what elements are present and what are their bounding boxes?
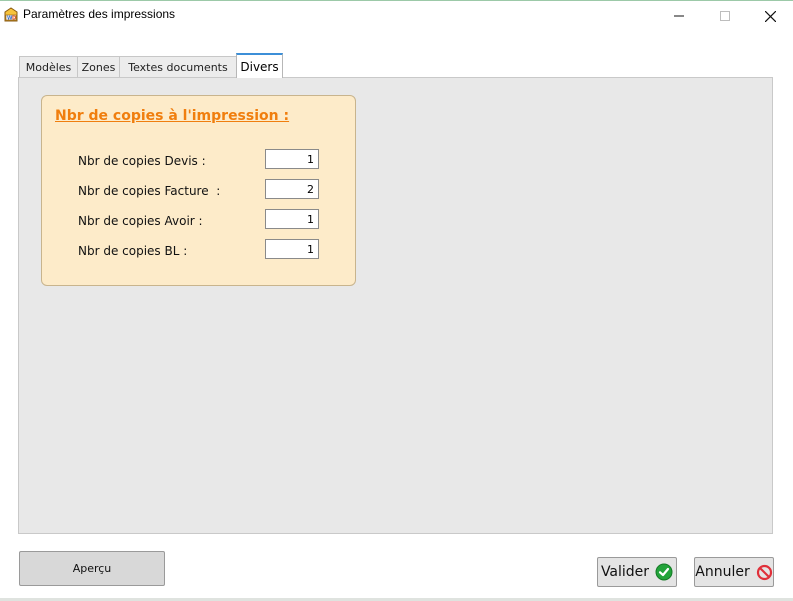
copies-avoir-input[interactable] (265, 209, 319, 229)
app-icon: W D (3, 7, 19, 23)
svg-text:D: D (12, 16, 16, 22)
copies-group: Nbr de copies à l'impression : Nbr de co… (41, 95, 356, 286)
close-button[interactable] (747, 1, 793, 31)
minimize-icon (674, 15, 684, 17)
label-copies-devis: Nbr de copies Devis : (78, 154, 206, 168)
title-bar: W D Paramètres des impressions (0, 1, 793, 31)
close-icon (764, 10, 776, 22)
apercu-label: Aperçu (72, 562, 112, 575)
copies-facture-input[interactable] (265, 179, 319, 199)
tab-modeles[interactable]: Modèles (19, 56, 78, 77)
window-title: Paramètres des impressions (23, 7, 176, 21)
group-title: Nbr de copies à l'impression : (55, 108, 290, 124)
valider-button[interactable]: Valider (597, 557, 677, 587)
tab-divers[interactable]: Divers (236, 53, 283, 78)
tab-textes-documents[interactable]: Textes documents (119, 56, 237, 77)
copies-devis-input[interactable] (265, 149, 319, 169)
annuler-button[interactable]: Annuler (694, 557, 774, 587)
check-icon (655, 563, 673, 581)
maximize-icon (720, 11, 730, 21)
label-copies-avoir: Nbr de copies Avoir : (78, 214, 203, 228)
label-copies-facture: Nbr de copies Facture : (78, 184, 221, 198)
annuler-label: Annuler (695, 564, 750, 580)
cancel-icon (756, 564, 772, 580)
tab-panel-divers: Nbr de copies à l'impression : Nbr de co… (18, 77, 773, 534)
valider-label: Valider (600, 564, 650, 580)
tab-zones[interactable]: Zones (77, 56, 120, 77)
maximize-button[interactable] (702, 1, 748, 31)
apercu-button[interactable]: Aperçu (19, 551, 165, 586)
copies-bl-input[interactable] (265, 239, 319, 259)
minimize-button[interactable] (656, 1, 702, 31)
label-copies-bl: Nbr de copies BL : (78, 244, 188, 258)
